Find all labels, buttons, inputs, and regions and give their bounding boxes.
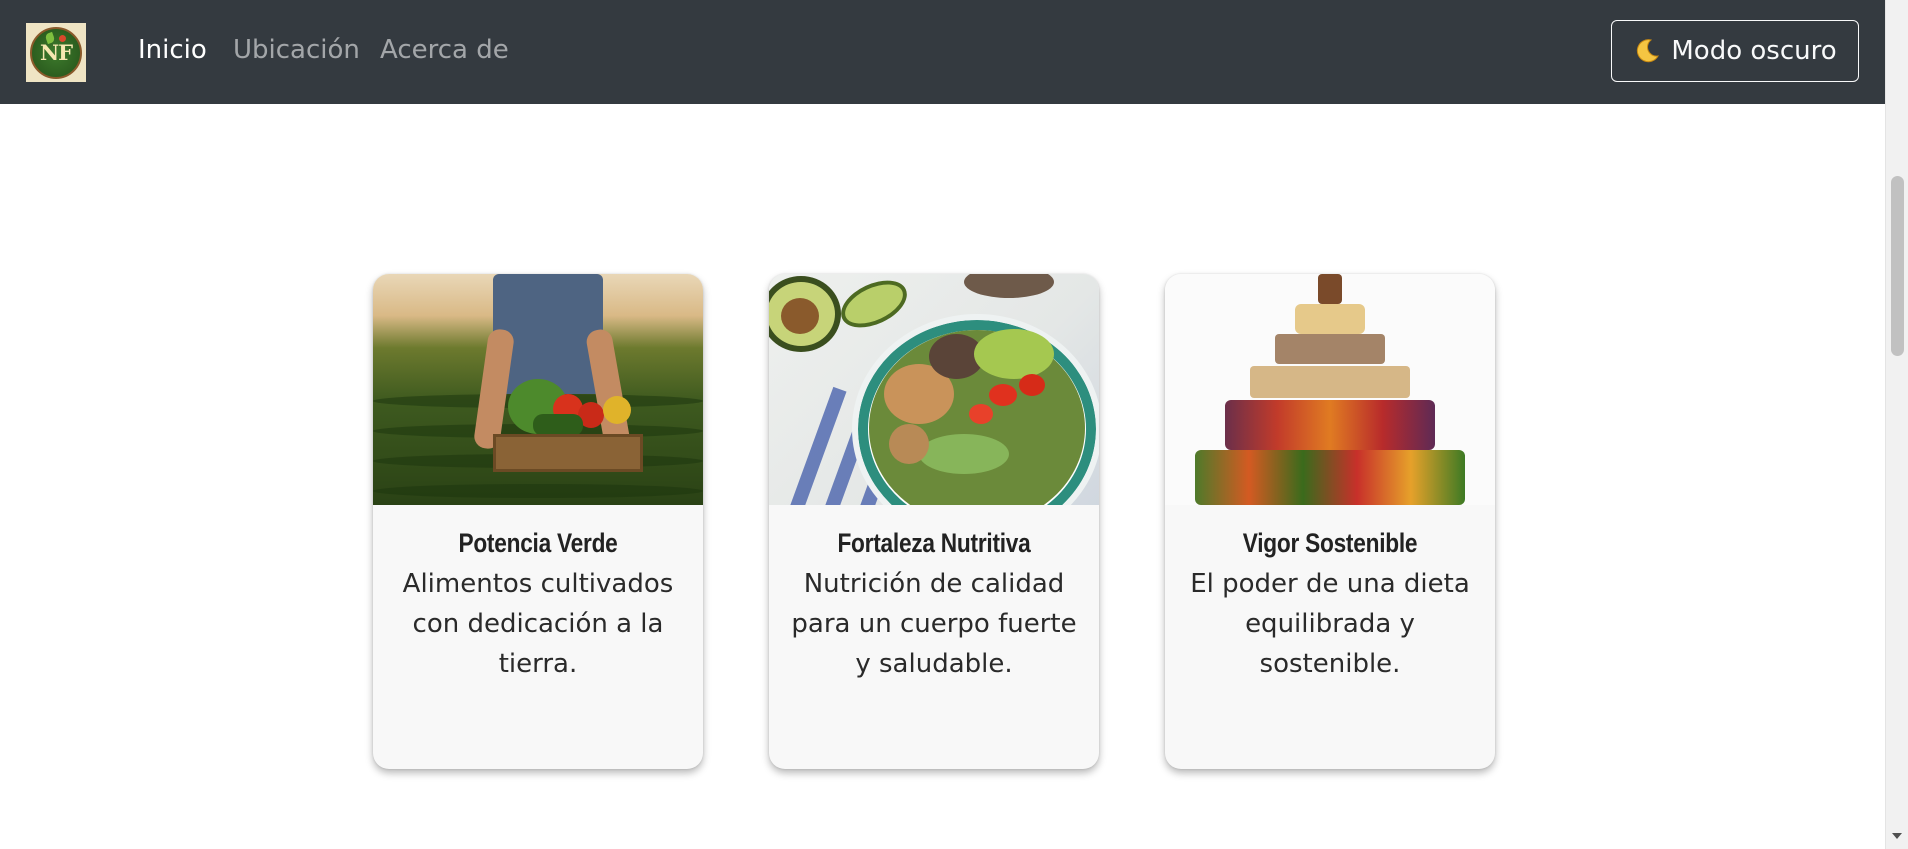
- moon-icon: [1637, 39, 1660, 63]
- dark-mode-button[interactable]: Modo oscuro: [1611, 20, 1859, 82]
- scroll-down-arrow-icon[interactable]: [1892, 833, 1902, 839]
- card-text: El poder de una dieta equilibrada y sost…: [1190, 569, 1470, 679]
- nav-link-ubicacion[interactable]: Ubicación: [233, 32, 360, 68]
- vertical-scrollbar[interactable]: [1885, 0, 1908, 849]
- card-image-food-pyramid: [1165, 274, 1495, 505]
- card-image-farm: [373, 274, 703, 505]
- card-title: Potencia Verde: [458, 528, 618, 558]
- card-text: Alimentos cultivados con dedicación a la…: [402, 569, 674, 679]
- card-fortaleza-nutritiva: Fortaleza Nutritiva Nutrición de calidad…: [769, 274, 1099, 769]
- logo-text: NF: [39, 40, 73, 65]
- logo-emblem: NF: [30, 26, 82, 79]
- brand-logo[interactable]: NF: [26, 23, 86, 82]
- card-text: Nutrición de calidad para un cuerpo fuer…: [791, 569, 1077, 679]
- nav-link-inicio[interactable]: Inicio: [138, 32, 207, 68]
- card-potencia-verde: Potencia Verde Alimentos cultivados con …: [373, 274, 703, 769]
- card-image-salad: [769, 274, 1099, 505]
- dark-mode-label: Modo oscuro: [1671, 36, 1837, 66]
- nav-link-acerca-de[interactable]: Acerca de: [380, 32, 509, 68]
- scrollbar-thumb[interactable]: [1891, 176, 1904, 356]
- navbar: NF Inicio Ubicación Acerca de Modo oscur…: [0, 0, 1885, 104]
- card-title: Fortaleza Nutritiva: [837, 528, 1031, 558]
- card-title: Vigor Sostenible: [1242, 528, 1418, 558]
- card-vigor-sostenible: Vigor Sostenible El poder de una dieta e…: [1165, 274, 1495, 769]
